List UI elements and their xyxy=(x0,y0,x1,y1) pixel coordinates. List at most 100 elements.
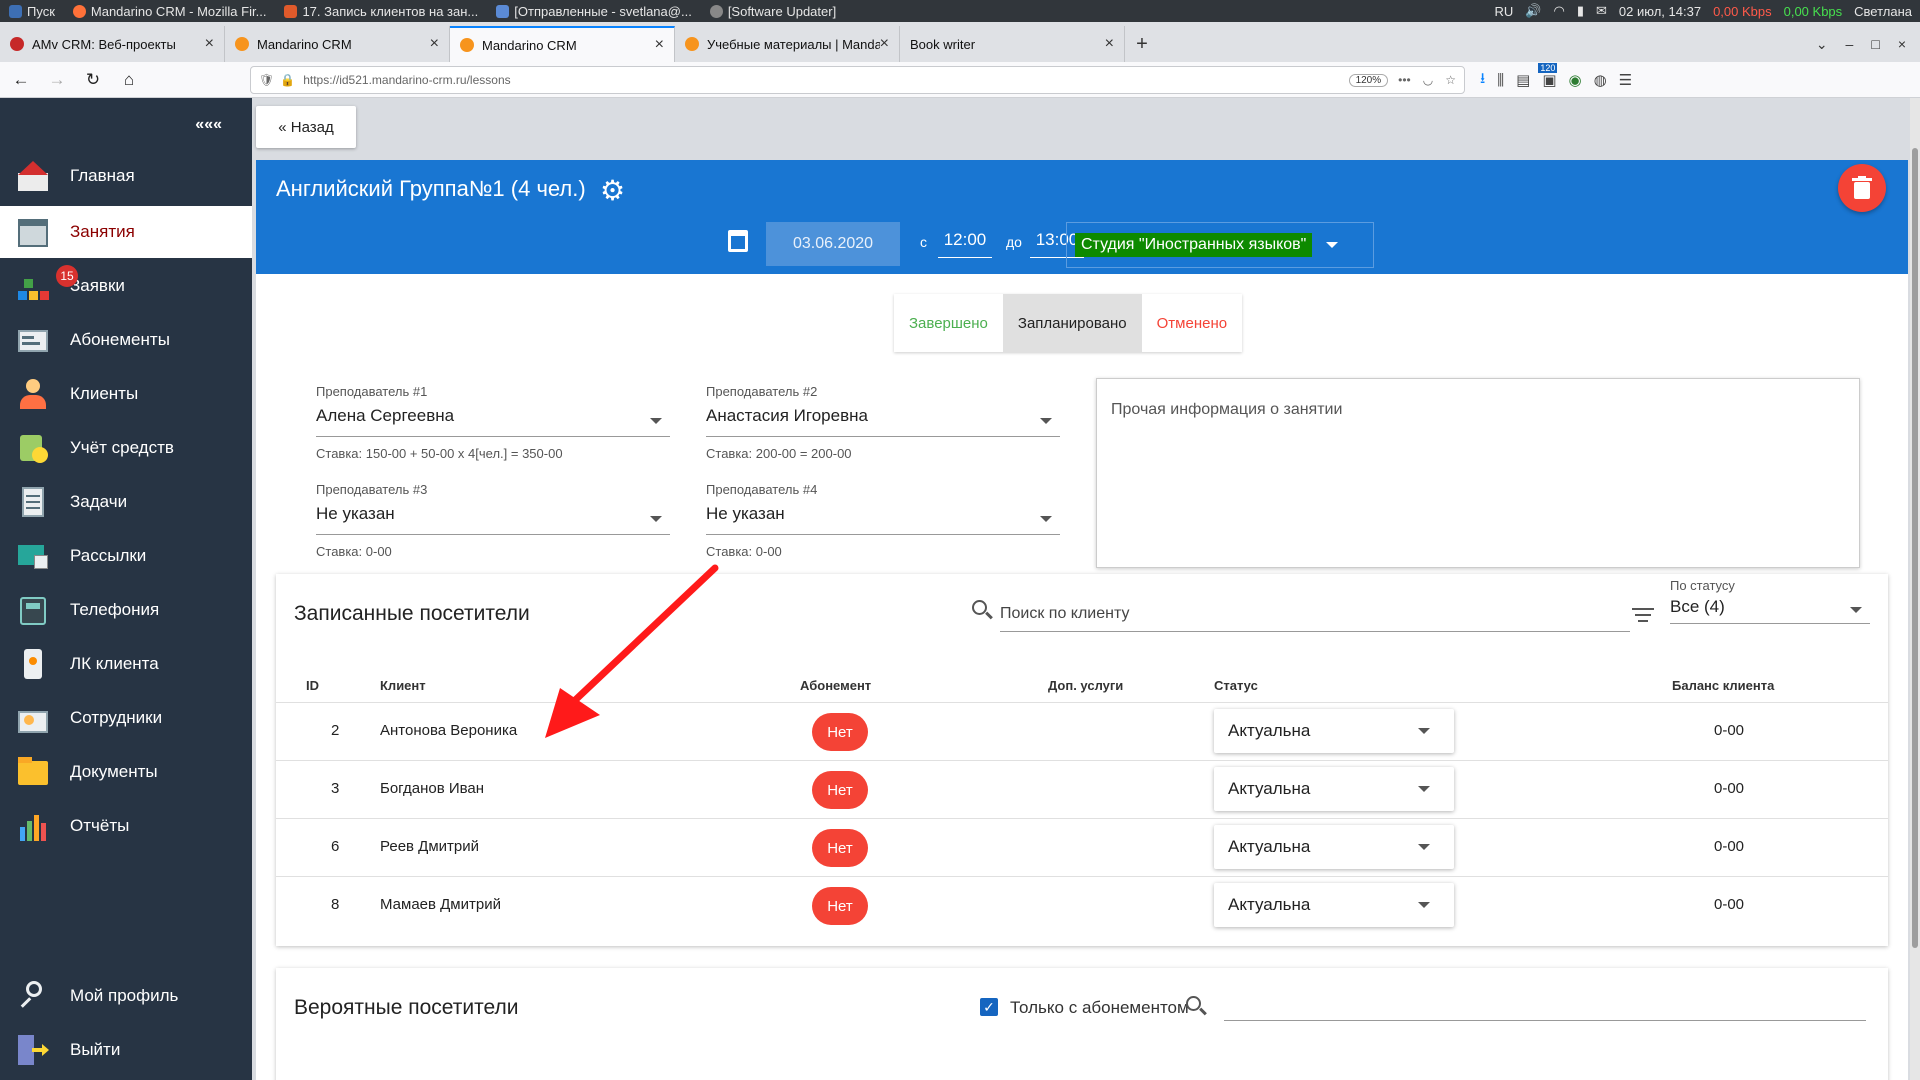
subscription-badge[interactable]: Нет xyxy=(812,713,868,751)
extension-icon[interactable]: ◉ xyxy=(1569,71,1582,89)
status-filter-select[interactable]: По статусу Все (4) xyxy=(1670,578,1870,624)
sidebar-toggle-icon[interactable]: ▤ xyxy=(1516,71,1530,89)
taskbar-window-updater[interactable]: [Software Updater] xyxy=(701,0,845,22)
subscription-badge[interactable]: Нет xyxy=(812,829,868,867)
tab-done[interactable]: Завершено xyxy=(894,294,1003,352)
sidebar-item-profile[interactable]: Мой профиль xyxy=(0,970,252,1022)
url-text[interactable]: https://id521.mandarino-crm.ru/lessons xyxy=(295,73,1348,87)
more-icon[interactable]: ••• xyxy=(1398,73,1411,87)
taskbar-window-document[interactable]: 17. Запись клиентов на зан... xyxy=(275,0,487,22)
sidebar-item-clients[interactable]: Клиенты xyxy=(0,368,252,420)
row-status-select[interactable]: Актуальна xyxy=(1214,767,1454,811)
browser-tab-book-writer[interactable]: Book writer × xyxy=(900,26,1125,62)
new-tab-button[interactable]: + xyxy=(1125,26,1159,62)
page-scrollbar[interactable] xyxy=(1910,98,1920,1080)
row-status-select[interactable]: Актуальна xyxy=(1214,825,1454,869)
materials-favicon-icon xyxy=(685,37,699,51)
url-bar[interactable]: 🛡 🔒 https://id521.mandarino-crm.ru/lesso… xyxy=(250,66,1465,94)
download-icon[interactable]: ⭳ xyxy=(1480,68,1485,93)
client-search-input[interactable]: Поиск по клиенту xyxy=(1000,596,1630,632)
keyboard-layout[interactable]: RU xyxy=(1495,4,1514,19)
menu-icon[interactable]: ☰ xyxy=(1619,71,1632,89)
battery-icon[interactable]: ▮ xyxy=(1577,3,1584,19)
close-tab-icon[interactable]: × xyxy=(880,35,889,53)
star-icon[interactable]: ☆ xyxy=(1445,73,1456,87)
extension-badge[interactable]: ▣ 120 xyxy=(1538,63,1558,89)
search-icon[interactable] xyxy=(1186,996,1208,1018)
sidebar-item-tasks[interactable]: Задачи xyxy=(0,476,252,528)
row-status-select[interactable]: Актуальна xyxy=(1214,709,1454,753)
browser-tab-amv[interactable]: AMv CRM: Веб-проекты × xyxy=(0,26,225,62)
minimize-icon[interactable]: – xyxy=(1846,36,1854,52)
chevron-down-icon[interactable]: ⌄ xyxy=(1816,36,1828,53)
shield-icon[interactable]: 🛡 xyxy=(251,73,274,87)
gear-icon[interactable]: ⚙ xyxy=(600,174,625,207)
maximize-icon[interactable]: □ xyxy=(1871,36,1879,52)
chevron-down-icon xyxy=(1418,786,1430,792)
close-tab-icon[interactable]: × xyxy=(430,35,439,53)
row-client[interactable]: Мамаев Дмитрий xyxy=(380,896,501,913)
user-name[interactable]: Светлана xyxy=(1854,4,1912,19)
subscription-badge[interactable]: Нет xyxy=(812,771,868,809)
studio-select[interactable]: Студия "Иностранных языков" xyxy=(1066,222,1374,268)
home-browser-icon[interactable]: ⌂ xyxy=(114,65,144,95)
sidebar-item-staff[interactable]: Сотрудники xyxy=(0,692,252,744)
sidebar-item-home[interactable]: Главная xyxy=(0,150,252,202)
wifi-icon[interactable]: ◠ xyxy=(1554,3,1565,19)
tab-cancelled[interactable]: Отменено xyxy=(1141,294,1243,352)
sidebar-item-reports[interactable]: Отчёты xyxy=(0,800,252,852)
back-arrow-icon[interactable]: ← xyxy=(6,65,36,95)
sidebar-item-finance[interactable]: Учёт средств xyxy=(0,422,252,474)
date-field[interactable]: 03.06.2020 xyxy=(766,222,900,266)
calendar-icon[interactable] xyxy=(728,230,748,252)
start-button[interactable]: Пуск xyxy=(0,0,64,22)
close-icon[interactable]: × xyxy=(1898,36,1906,52)
forward-arrow-icon[interactable]: → xyxy=(42,65,72,95)
search-icon[interactable] xyxy=(972,600,994,622)
subscription-icon xyxy=(16,323,50,357)
sidebar-item-telephony[interactable]: Телефония xyxy=(0,584,252,636)
lesson-info-textarea[interactable]: Прочая информация о занятии xyxy=(1096,378,1860,568)
browser-tab-materials[interactable]: Учебные материалы | Manda × xyxy=(675,26,900,62)
zoom-level[interactable]: 120% xyxy=(1348,73,1389,87)
row-client[interactable]: Антонова Вероника xyxy=(380,722,517,739)
row-client[interactable]: Реев Дмитрий xyxy=(380,838,479,855)
row-status-select[interactable]: Актуальна xyxy=(1214,883,1454,927)
row-client[interactable]: Богданов Иван xyxy=(380,780,484,797)
subscription-badge[interactable]: Нет xyxy=(812,887,868,925)
account-icon[interactable]: ◍ xyxy=(1594,71,1607,89)
clock[interactable]: 02 июл, 14:37 xyxy=(1619,4,1701,19)
pocket-icon[interactable]: ◡ xyxy=(1423,73,1433,87)
sidebar-item-logout[interactable]: Выйти xyxy=(0,1024,252,1076)
probable-search-input[interactable] xyxy=(1224,1020,1866,1021)
collapse-sidebar-button[interactable]: ««« xyxy=(195,116,222,134)
taskbar-window-firefox[interactable]: Mandarino CRM - Mozilla Fir... xyxy=(64,0,276,22)
library-icon[interactable]: ⫼ xyxy=(1497,72,1504,89)
row-balance: 0-00 xyxy=(1714,722,1745,739)
sidebar-item-documents[interactable]: Документы xyxy=(0,746,252,798)
browser-tab-mandarino-2[interactable]: Mandarino CRM × xyxy=(450,26,675,62)
mail-tray-icon[interactable]: ✉ xyxy=(1596,3,1607,19)
lock-icon[interactable]: 🔒 xyxy=(274,73,295,87)
column-header-status: Статус xyxy=(1214,678,1258,693)
browser-tab-mandarino-1[interactable]: Mandarino CRM × xyxy=(225,26,450,62)
taskbar-window-mail[interactable]: [Отправленные - svetlana@... xyxy=(487,0,701,22)
close-tab-icon[interactable]: × xyxy=(205,35,214,53)
back-button[interactable]: « Назад xyxy=(256,106,356,148)
sidebar-item-mailings[interactable]: Рассылки xyxy=(0,530,252,582)
sidebar-item-requests[interactable]: 15 Заявки xyxy=(0,260,252,312)
sidebar-item-lessons[interactable]: Занятия xyxy=(0,206,252,258)
sidebar-item-client-cabinet[interactable]: ЛК клиента xyxy=(0,638,252,690)
scrollbar-thumb[interactable] xyxy=(1912,148,1918,948)
filter-icon[interactable] xyxy=(1632,604,1654,626)
only-subscription-checkbox[interactable]: ✓ xyxy=(980,998,998,1016)
time-from-field[interactable]: 12:00 xyxy=(938,230,992,258)
tab-planned[interactable]: Запланировано xyxy=(1002,294,1142,352)
delete-lesson-button[interactable] xyxy=(1838,164,1886,212)
volume-icon[interactable]: 🔊 xyxy=(1525,3,1541,19)
close-tab-icon[interactable]: × xyxy=(1105,35,1114,53)
sidebar-item-subscriptions[interactable]: Абонементы xyxy=(0,314,252,366)
reload-icon[interactable]: ↻ xyxy=(78,65,108,95)
close-tab-icon[interactable]: × xyxy=(655,36,664,54)
only-subscription-label[interactable]: Только с абонементом xyxy=(1010,998,1189,1018)
